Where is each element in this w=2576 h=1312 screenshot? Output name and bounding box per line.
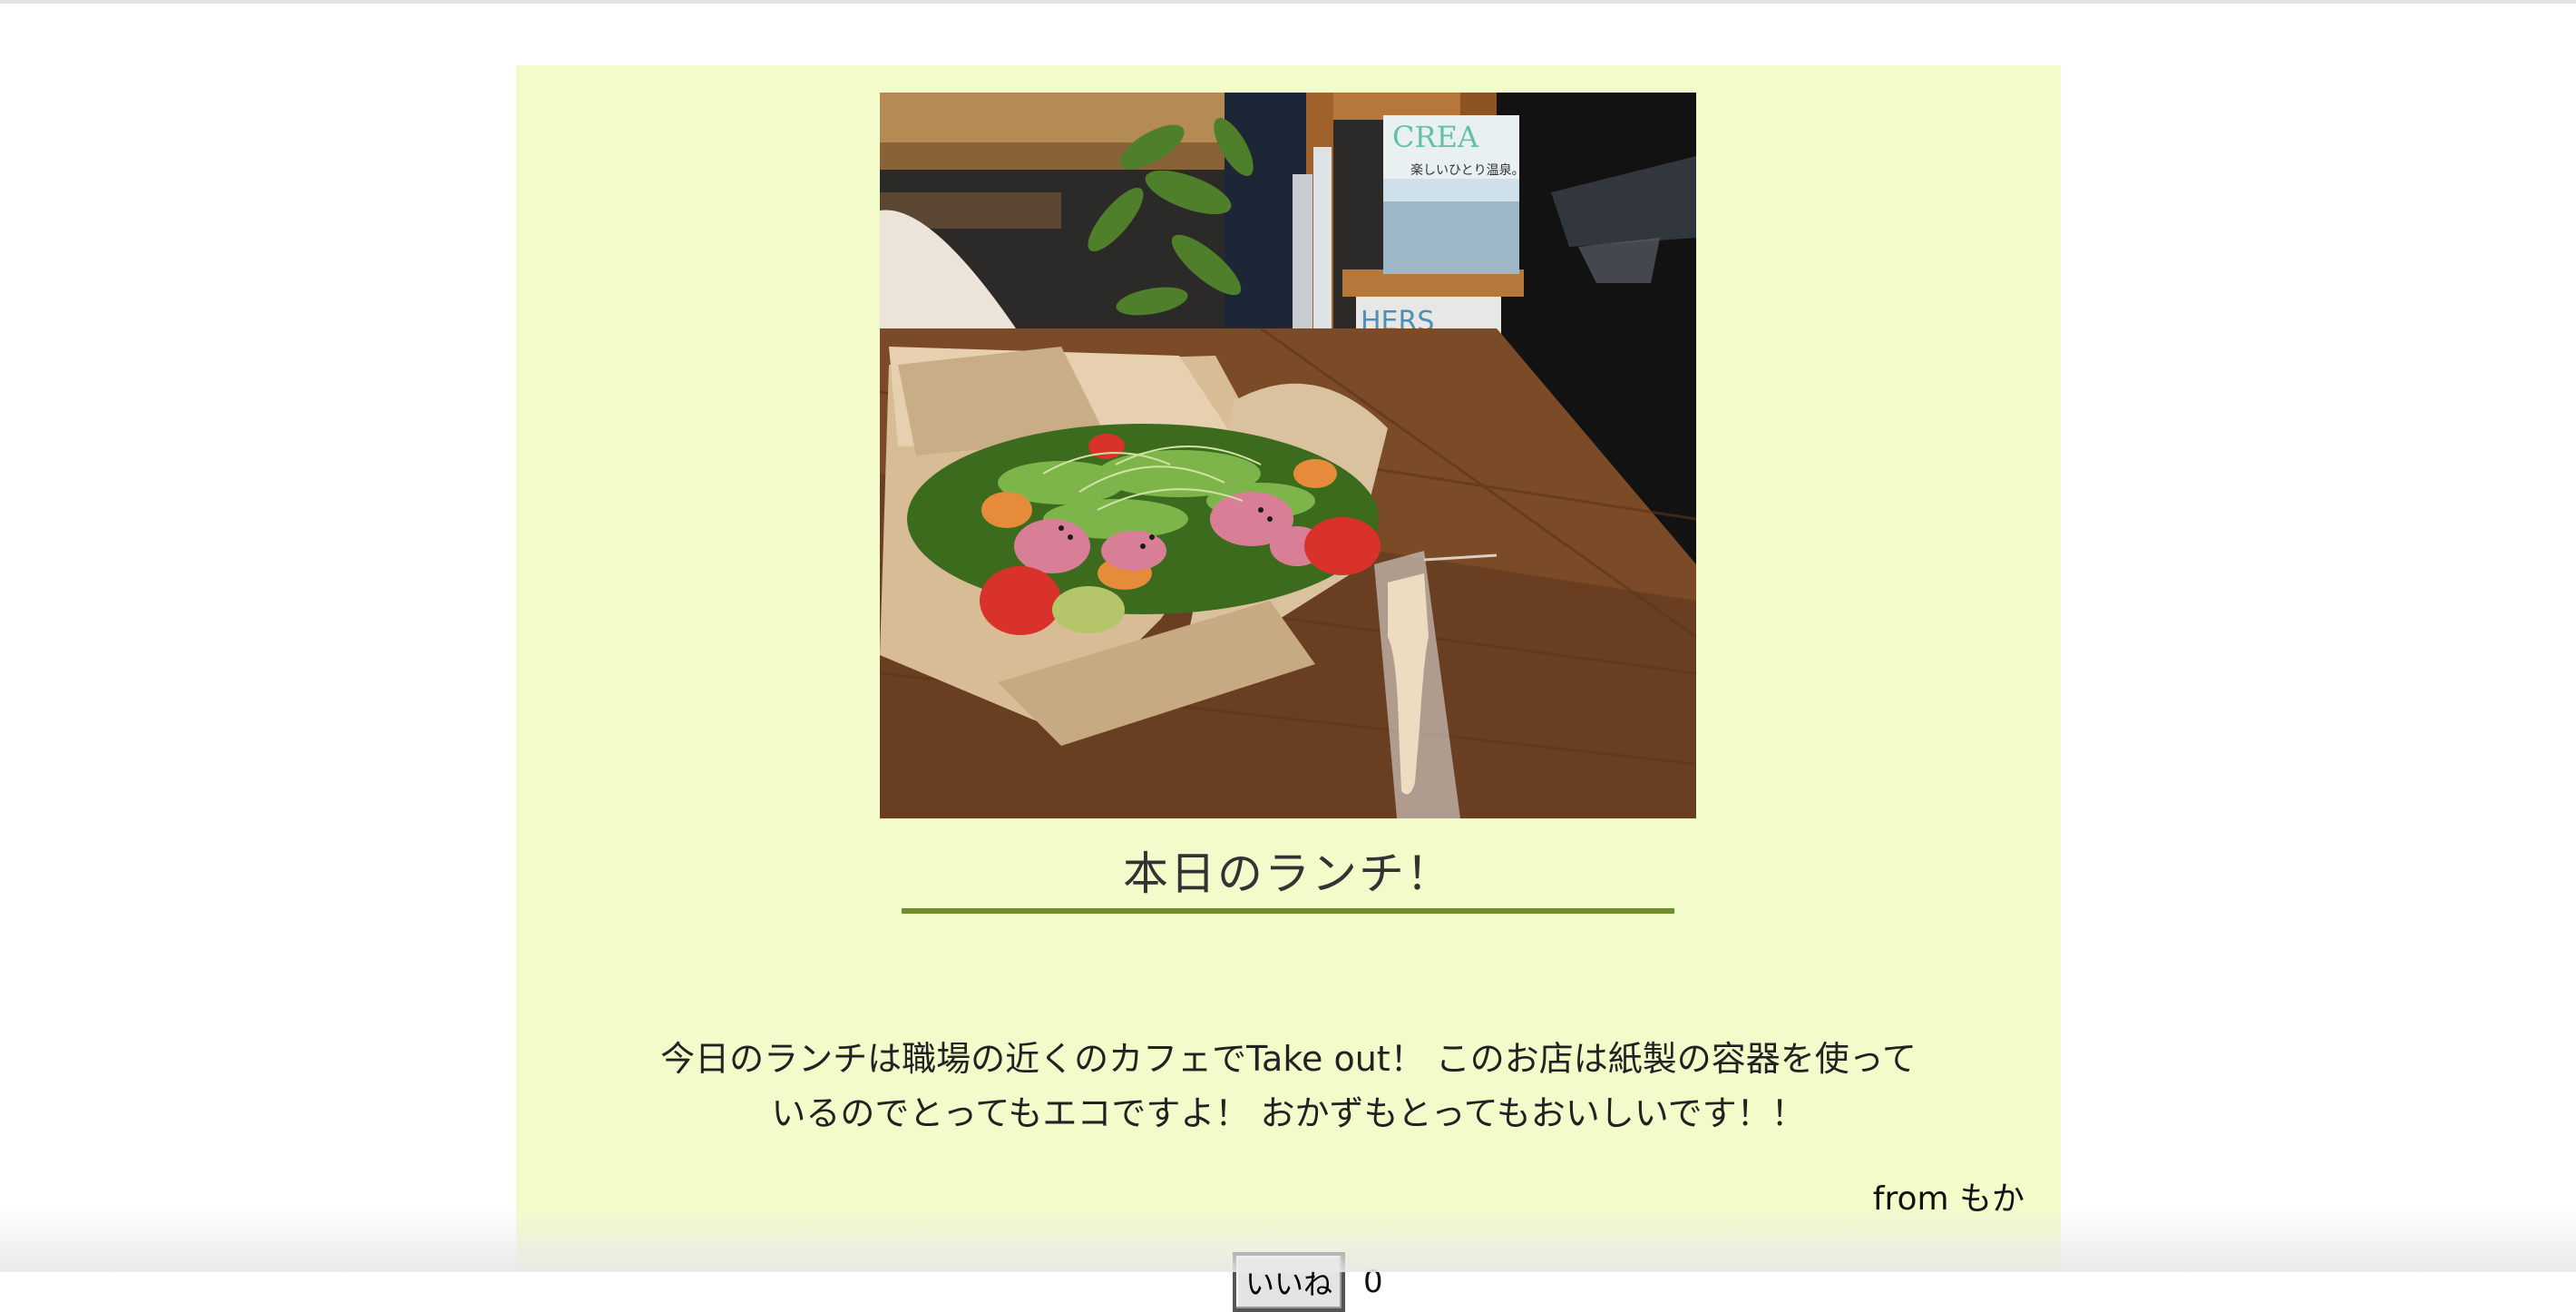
title-underline (902, 908, 1674, 914)
post-author: from もか (1872, 1180, 2025, 1218)
like-count: 0 (1363, 1264, 1383, 1300)
magazine-title-text: CREA (1392, 120, 1479, 154)
like-button[interactable]: いいね (1233, 1252, 1346, 1312)
browser-top-border (0, 0, 2576, 4)
post-card: CREA 楽しいひとり温泉。 HERS 本日のランチ！ 今日のランチは職場の近く… (516, 65, 2061, 1312)
lunch-photo: CREA 楽しいひとり温泉。 HERS (880, 93, 1696, 818)
post-body-text: 今日のランチは職場の近くのカフェでTake out！ このお店は紙製の容器を使っ… (660, 1039, 1917, 1133)
post-title: 本日のランチ！ (1123, 847, 1453, 900)
magazine-subtitle-text: 楽しいひとり温泉。 (1410, 162, 1525, 178)
like-row: いいね 0 (1233, 1252, 1383, 1312)
